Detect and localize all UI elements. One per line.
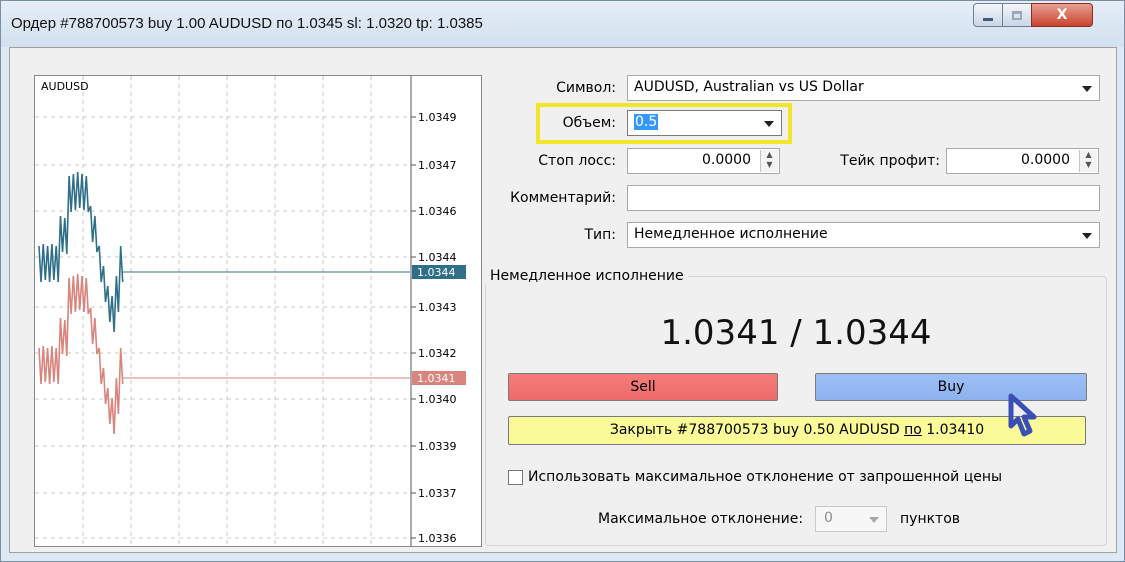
sell-button[interactable]: Sell	[508, 373, 778, 401]
order-window: Ордер #788700573 buy 1.00 AUDUSD по 1.03…	[0, 0, 1125, 562]
ask-tick-series	[38, 171, 124, 333]
symbol-label: Символ:	[556, 80, 616, 96]
maximize-icon	[1012, 10, 1022, 20]
spinner-arrows-icon[interactable]: ▲ ▼	[1079, 150, 1097, 172]
chevron-down-icon	[869, 517, 879, 523]
bid-tick-series	[38, 273, 124, 435]
comment-input[interactable]	[627, 185, 1100, 211]
chevron-down-icon	[1082, 233, 1092, 239]
minimize-button[interactable]	[973, 3, 1003, 27]
price-axis-label: 1.0343	[418, 301, 457, 314]
title-bar[interactable]: Ордер #788700573 buy 1.00 AUDUSD по 1.03…	[1, 1, 1124, 47]
volume-label: Объем:	[562, 115, 616, 131]
price-axis-label: 1.0342	[418, 347, 457, 360]
max-deviation-checkbox[interactable]	[508, 470, 523, 485]
max-deviation-label: Максимальное отклонение:	[598, 511, 804, 527]
comment-label: Комментарий:	[510, 190, 616, 206]
close-window-button[interactable]: X	[1031, 3, 1093, 27]
type-select[interactable]: Немедленное исполнение	[627, 222, 1100, 248]
price-axis-label: 1.0346	[418, 205, 457, 218]
price-axis-label: 1.0340	[418, 393, 457, 406]
price-axis-label: 1.0339	[418, 440, 457, 453]
close-order-button[interactable]: Закрыть #788700573 buy 0.50 AUDUSD по 1.…	[508, 416, 1086, 445]
execution-group-title: Немедленное исполнение	[484, 268, 688, 284]
buy-button-label: Buy	[937, 379, 965, 395]
buy-button[interactable]: Buy	[815, 373, 1087, 401]
takeprofit-value: 0.0000	[1021, 152, 1070, 168]
volume-value: 0.5	[634, 114, 659, 130]
bid-marker-label: 1.0341	[417, 372, 456, 385]
chevron-down-icon	[1082, 86, 1092, 92]
type-value: Немедленное исполнение	[634, 226, 828, 242]
spinner-arrows-icon[interactable]: ▲ ▼	[760, 150, 778, 172]
ask-price: 1.0344	[812, 313, 932, 353]
chart-svg: AUDUSD 1.03491.03471.03461.03441.03431.0…	[35, 76, 466, 546]
bid-price: 1.0341	[660, 313, 780, 353]
price-axis-label: 1.0337	[418, 487, 457, 500]
type-label: Тип:	[584, 227, 616, 243]
price-axis-label: 1.0336	[418, 532, 457, 545]
takeprofit-label: Тейк профит:	[840, 153, 940, 169]
price-axis-labels: 1.0349 1.0347 1.0346 1.0344 1.0343 1.0342 1.03…	[411, 111, 457, 545]
mouse-cursor-icon	[1008, 393, 1037, 437]
maximize-button[interactable]	[1002, 3, 1032, 27]
minimize-icon	[983, 17, 993, 21]
max-deviation-value: 0	[824, 510, 833, 526]
bid-ask-display: 1.0341 / 1.0344	[485, 313, 1107, 353]
symbol-select[interactable]: AUDUSD, Australian vs US Dollar	[627, 75, 1100, 101]
sell-button-label: Sell	[630, 379, 656, 395]
price-axis-label: 1.0344	[418, 251, 457, 264]
window-title: Ордер #788700573 buy 1.00 AUDUSD по 1.03…	[11, 15, 483, 32]
tick-chart: AUDUSD 1.0349 1.0347 1.0346 1.0344 1.0343 1.0…	[34, 75, 482, 547]
max-deviation-unit: пунктов	[900, 511, 961, 527]
stoploss-label: Стоп лосс:	[538, 153, 616, 169]
close-button-po: по	[904, 422, 922, 438]
chart-symbol-label: AUDUSD	[41, 80, 89, 93]
stoploss-value: 0.0000	[702, 152, 751, 168]
close-button-price: 1.03410	[921, 422, 985, 438]
max-deviation-combo[interactable]: 0	[815, 506, 887, 532]
dialog-body: AUDUSD 1.0349 1.0347 1.0346 1.0344 1.0343 1.0…	[9, 47, 1117, 553]
volume-combo[interactable]: 0.5	[627, 110, 782, 136]
close-button-prefix: Закрыть #788700573 buy 0.50 AUDUSD	[609, 422, 905, 438]
symbol-value: AUDUSD, Australian vs US Dollar	[634, 79, 864, 95]
max-deviation-checkbox-label[interactable]: Использовать максимальное отклонение от …	[528, 469, 1002, 485]
price-axis-label: 1.0349	[418, 111, 457, 124]
stoploss-field[interactable]: 0.0000 ▲ ▼	[627, 148, 780, 174]
price-separator: /	[779, 313, 813, 353]
price-axis-label: 1.0347	[418, 159, 457, 172]
ask-marker-label: 1.0344	[417, 266, 456, 279]
chevron-down-icon	[764, 121, 774, 127]
close-icon: X	[1056, 7, 1068, 23]
takeprofit-field[interactable]: 0.0000 ▲ ▼	[946, 148, 1099, 174]
